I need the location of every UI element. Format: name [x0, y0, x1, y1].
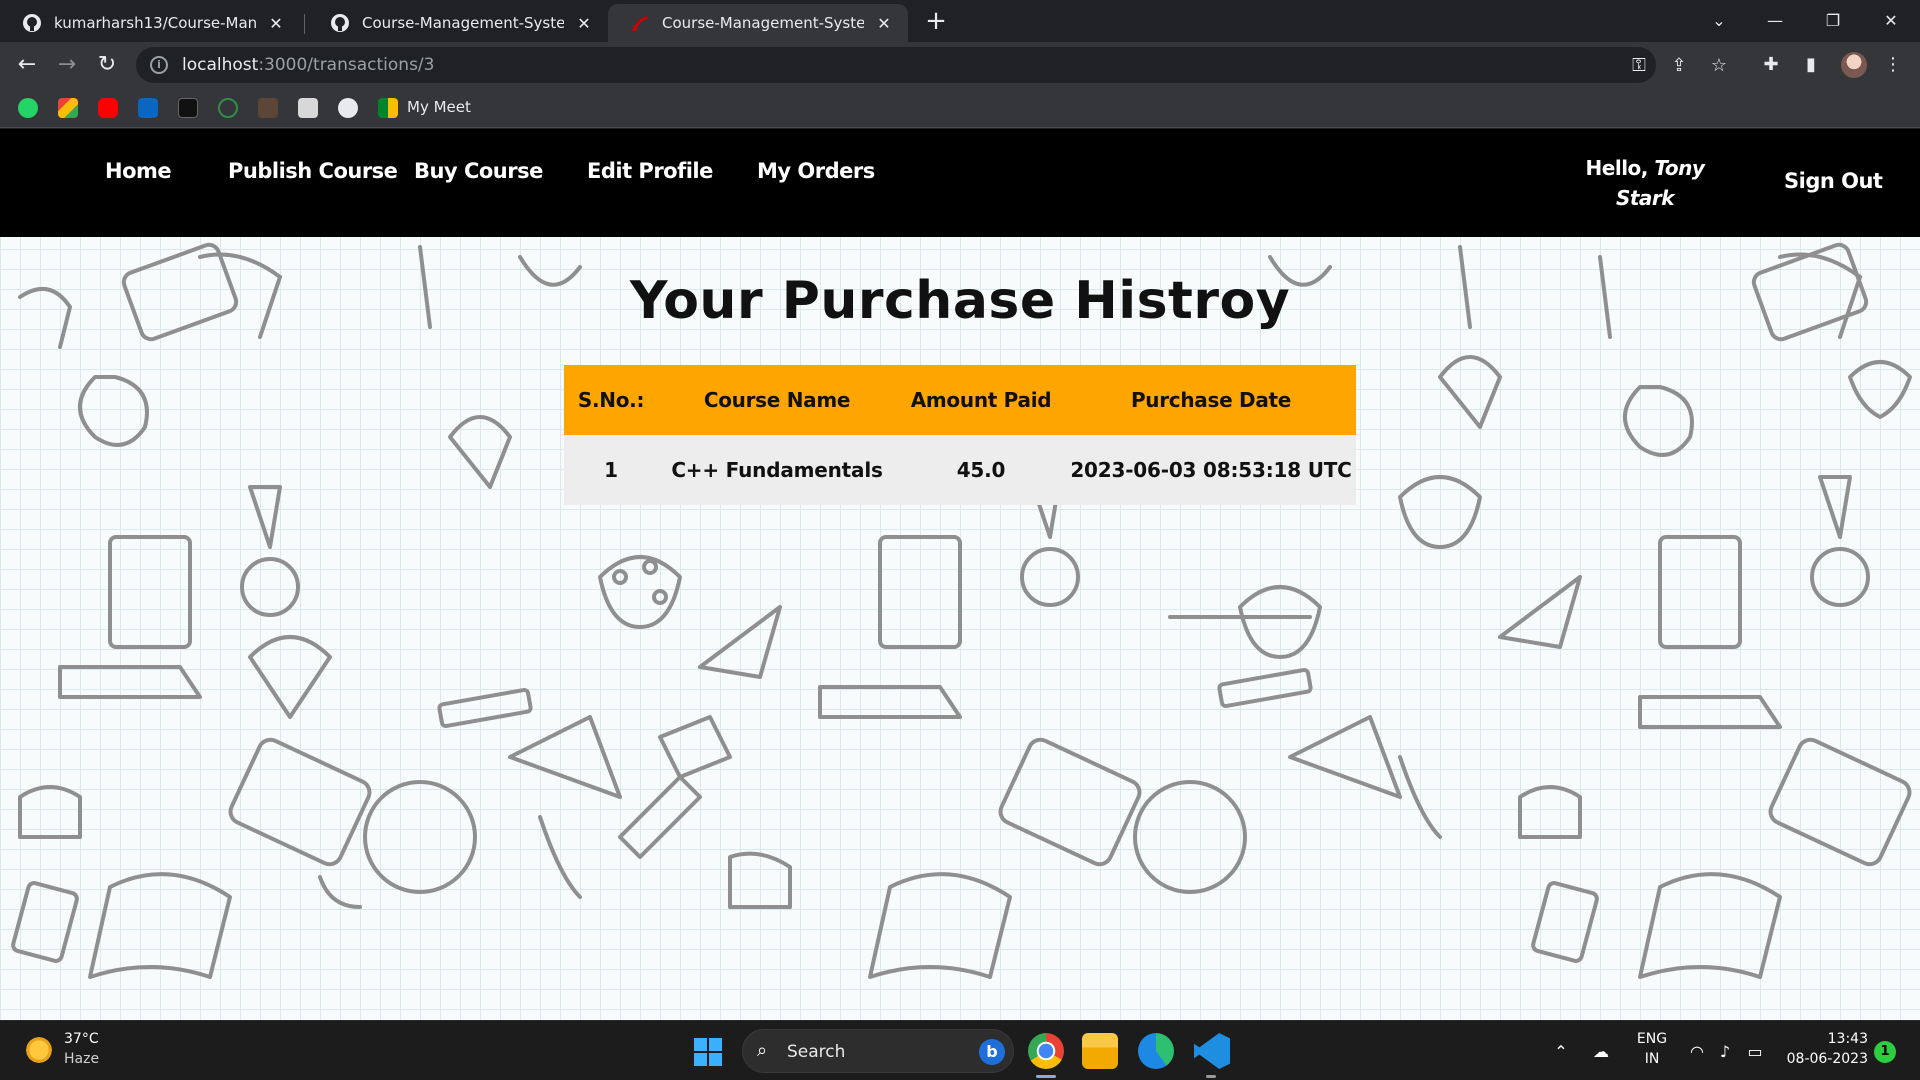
tab-course-management[interactable]: Course-Management-System ✕: [608, 4, 908, 42]
battery-icon[interactable]: ▭: [1744, 1041, 1766, 1063]
github-icon: [23, 14, 41, 32]
region-indicator[interactable]: IN: [1634, 1051, 1670, 1067]
side-panel-icon[interactable]: ▮: [1800, 54, 1822, 76]
password-key-icon[interactable]: ⚿: [1628, 55, 1650, 77]
cell-course-name: C++ Fundamentals: [671, 458, 883, 482]
nav-publish-course-link[interactable]: Publish Course: [228, 159, 398, 183]
tab-search-icon[interactable]: ⌄: [1696, 6, 1742, 36]
tab-divider: [304, 14, 305, 34]
running-app-indicator: [1206, 1075, 1216, 1078]
greeting-prefix: Hello,: [1585, 156, 1649, 180]
page-content: Home Publish Course Buy Course Edit Prof…: [0, 129, 1920, 1020]
geeksforgeeks-icon[interactable]: [218, 98, 238, 118]
nav-my-orders-link[interactable]: My Orders: [757, 159, 875, 183]
column-header-course-name: Course Name: [703, 388, 851, 412]
edge-icon[interactable]: [1138, 1033, 1174, 1069]
column-header-amount-paid: Amount Paid: [910, 388, 1052, 412]
volume-icon[interactable]: ♪: [1714, 1041, 1736, 1063]
weather-haze-icon[interactable]: [24, 1035, 54, 1065]
purchase-history-table: S.No.: Course Name Amount Paid Purchase …: [564, 365, 1356, 505]
close-tab-icon[interactable]: ✕: [874, 14, 894, 33]
site-navbar: Home Publish Course Buy Course Edit Prof…: [0, 129, 1920, 237]
whatsapp-icon[interactable]: [18, 98, 38, 118]
windows-taskbar: 37°C Haze ⌕ Search b ⌃ ☁ ENG IN ◠ ♪ ▭ 13…: [0, 1020, 1920, 1080]
profile-avatar[interactable]: [1841, 52, 1867, 78]
notification-badge[interactable]: 1: [1874, 1041, 1896, 1063]
tab-title: kumarharsh13/Course-Managem: [54, 14, 256, 32]
new-tab-button[interactable]: +: [922, 8, 950, 36]
extensions-icon[interactable]: ✚: [1760, 54, 1782, 76]
share-icon[interactable]: ⇪: [1668, 55, 1690, 77]
column-header-purchase-date: Purchase Date: [1130, 388, 1292, 412]
weather-description[interactable]: Haze: [64, 1051, 99, 1067]
search-icon: ⌕: [757, 1040, 768, 1061]
gmail-icon[interactable]: [58, 98, 78, 118]
bookmark-my-meet[interactable]: My Meet: [407, 98, 471, 116]
url-path: :3000/transactions/3: [258, 55, 435, 75]
nav-home-link[interactable]: Home: [105, 159, 172, 183]
restore-button[interactable]: ❐: [1810, 6, 1856, 36]
nav-buy-course-link[interactable]: Buy Course: [414, 159, 543, 183]
cell-purchase-date: 2023-06-03 08:53:18 UTC: [1070, 458, 1352, 482]
show-hidden-icons-icon[interactable]: ⌃: [1550, 1041, 1572, 1063]
tab-title: Course-Management-System: [662, 14, 864, 32]
cell-amount-paid: 45.0: [956, 458, 1006, 482]
weather-temperature[interactable]: 37°C: [64, 1031, 99, 1047]
bookmark-star-icon[interactable]: ☆: [1708, 55, 1730, 77]
onedrive-icon[interactable]: ☁: [1590, 1041, 1612, 1063]
github-icon[interactable]: [338, 98, 358, 118]
language-indicator[interactable]: ENG: [1634, 1031, 1670, 1047]
bookmarks-bar: My Meet: [0, 88, 1920, 128]
hackerrank-icon[interactable]: [178, 98, 198, 118]
user-last-name: Stark: [1615, 186, 1675, 210]
column-header-sno: S.No.:: [577, 388, 645, 412]
bing-icon[interactable]: b: [979, 1039, 1005, 1065]
close-tab-icon[interactable]: ✕: [266, 14, 286, 33]
user-first-name: Tony: [1654, 156, 1705, 180]
active-app-indicator: [1036, 1075, 1056, 1078]
chrome-menu-icon[interactable]: ⋮: [1882, 54, 1904, 76]
taskbar-search[interactable]: ⌕ Search b: [742, 1029, 1014, 1073]
forward-icon[interactable]: →: [53, 51, 81, 79]
address-bar[interactable]: i localhost:3000/transactions/3 ⚿ ⇪ ☆: [136, 47, 1727, 83]
nav-edit-profile-link[interactable]: Edit Profile: [587, 159, 713, 183]
meet-icon[interactable]: [378, 98, 398, 118]
sign-out-link[interactable]: Sign Out: [1784, 169, 1883, 193]
url-host: localhost: [182, 55, 259, 75]
user-greeting: Hello, Tony Stark: [1570, 153, 1720, 213]
back-icon[interactable]: ←: [13, 51, 41, 79]
rails-icon: [632, 16, 648, 31]
search-label: Search: [787, 1042, 846, 1062]
codechef-icon[interactable]: [258, 98, 278, 118]
table-header-row: S.No.: Course Name Amount Paid Purchase …: [564, 365, 1356, 435]
cell-sno: 1: [604, 458, 618, 482]
tab-github-repo[interactable]: kumarharsh13/Course-Managem ✕: [0, 4, 300, 42]
windows-start-icon[interactable]: [694, 1038, 722, 1066]
close-window-button[interactable]: ✕: [1868, 6, 1914, 36]
vscode-icon[interactable]: [1194, 1033, 1230, 1069]
page-title: Your Purchase Histroy: [629, 271, 1291, 331]
browser-toolbar: ← → ↻ i localhost:3000/transactions/3 ⚿ …: [0, 42, 1920, 88]
reload-icon[interactable]: ↻: [93, 51, 121, 79]
youtube-icon[interactable]: [98, 98, 118, 118]
tab-title: Course-Management-System-Ra: [362, 14, 564, 32]
site-info-icon[interactable]: i: [150, 56, 168, 74]
tab-github-rails[interactable]: Course-Management-System-Ra ✕: [308, 4, 608, 42]
minimize-button[interactable]: —: [1752, 6, 1798, 36]
chrome-icon[interactable]: [1028, 1033, 1064, 1069]
wifi-icon[interactable]: ◠: [1686, 1041, 1708, 1063]
file-explorer-icon[interactable]: [1082, 1033, 1118, 1069]
github-icon: [331, 14, 349, 32]
photo-icon[interactable]: [298, 98, 318, 118]
close-tab-icon[interactable]: ✕: [574, 14, 594, 33]
clock-time[interactable]: 13:43: [1782, 1031, 1868, 1047]
clock-date[interactable]: 08-06-2023: [1772, 1051, 1868, 1067]
linkedin-icon[interactable]: [138, 98, 158, 118]
tab-strip: kumarharsh13/Course-Managem ✕ Course-Man…: [0, 0, 1920, 42]
table-row: 1 C++ Fundamentals 45.0 2023-06-03 08:53…: [564, 435, 1356, 505]
